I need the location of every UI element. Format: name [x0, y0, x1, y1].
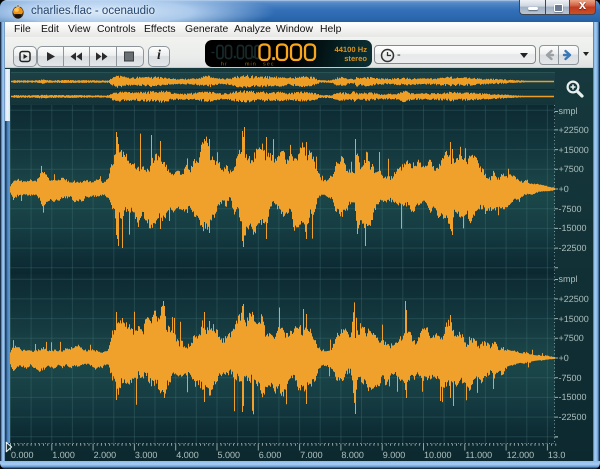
svg-text:+22500: +22500 [559, 294, 589, 304]
svg-text:-15000: -15000 [559, 392, 587, 402]
svg-text:-15000: -15000 [559, 223, 587, 233]
svg-text:13.0: 13.0 [548, 450, 566, 460]
svg-text:8.000: 8.000 [341, 450, 364, 460]
svg-text:6.000: 6.000 [259, 450, 282, 460]
svg-text:+22500: +22500 [559, 125, 589, 135]
svg-text:0.000: 0.000 [11, 450, 34, 460]
svg-text:+7500: +7500 [559, 333, 584, 343]
svg-text:smpl: smpl [559, 274, 578, 284]
svg-text:smpl: smpl [559, 106, 578, 116]
svg-text:3.000: 3.000 [135, 450, 158, 460]
svg-text:11.000: 11.000 [465, 450, 492, 460]
svg-text:-7500: -7500 [559, 204, 582, 214]
svg-text:10.000: 10.000 [424, 450, 452, 460]
svg-text:+15000: +15000 [559, 145, 589, 155]
svg-text:2.000: 2.000 [94, 450, 117, 460]
svg-text:1.000: 1.000 [52, 450, 75, 460]
svg-text:9.000: 9.000 [383, 450, 406, 460]
svg-text:5.000: 5.000 [218, 450, 241, 460]
svg-text:12.000: 12.000 [507, 450, 535, 460]
svg-text:-7500: -7500 [559, 373, 582, 383]
svg-text:-22500: -22500 [559, 243, 587, 253]
svg-text:-22500: -22500 [559, 412, 587, 422]
svg-text:+7500: +7500 [559, 164, 584, 174]
svg-text:+0: +0 [559, 353, 569, 363]
svg-text:4.000: 4.000 [176, 450, 199, 460]
svg-text:7.000: 7.000 [300, 450, 323, 460]
svg-text:+15000: +15000 [559, 314, 589, 324]
svg-text:+0: +0 [559, 184, 569, 194]
